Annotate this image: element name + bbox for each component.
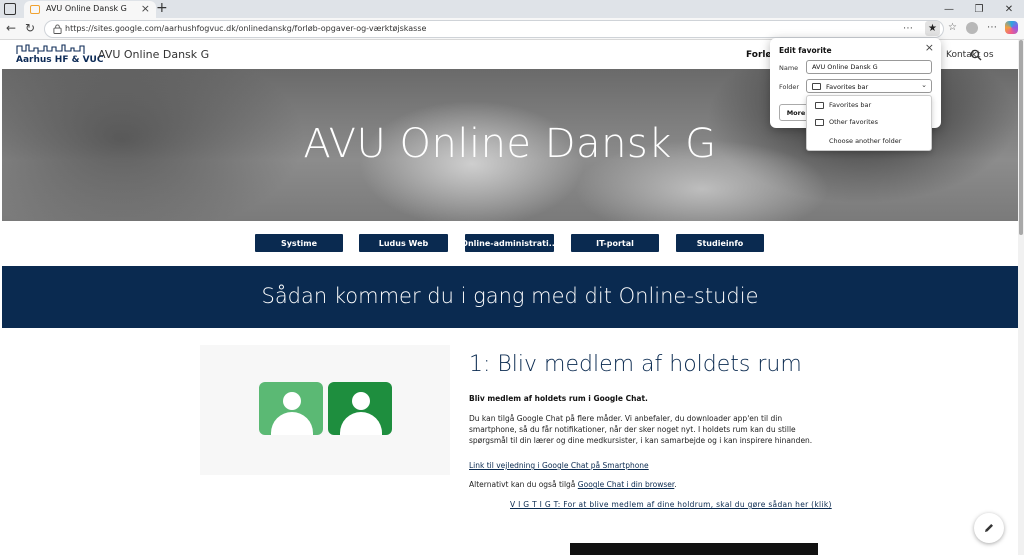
banner-heading: Sådan kommer du i gang med dit Online-st… [261, 284, 759, 308]
it-portal-button[interactable]: IT-portal [571, 234, 659, 252]
folder-option-choose-another[interactable]: Choose another folder [807, 133, 933, 150]
alternative-text: Alternativt kan du også tilgå [469, 480, 578, 489]
smartphone-guide-link[interactable]: Link til vejledning i Google Chat på Sma… [469, 461, 649, 470]
new-tab-icon[interactable]: + [156, 0, 168, 16]
tab-actions-icon[interactable] [4, 3, 16, 15]
folder-select-value: Favorites bar [826, 83, 869, 91]
address-bar[interactable]: https://sites.google.com/aarhushfogvuc.d… [44, 20, 944, 38]
favorite-star-icon[interactable]: ★ [925, 21, 940, 36]
name-label: Name [779, 64, 799, 72]
folder-icon [815, 119, 824, 126]
folder-option-other-favorites[interactable]: Other favorites [807, 114, 933, 131]
systime-button[interactable]: Systime [255, 234, 343, 252]
dialog-close-icon[interactable]: × [925, 41, 934, 54]
copilot-icon[interactable] [1005, 21, 1018, 34]
site-favicon-icon [30, 5, 40, 14]
folder-select[interactable]: Favorites bar ⌄ [806, 79, 932, 93]
page-scrollbar[interactable] [1018, 40, 1024, 555]
logo-text: Aarhus HF & VUC [16, 55, 104, 65]
studieinfo-button[interactable]: Studieinfo [676, 234, 764, 252]
pencil-icon [985, 524, 993, 532]
folder-icon [812, 83, 821, 90]
folder-option-label: Other favorites [829, 118, 879, 126]
lock-icon [53, 24, 62, 34]
page-actions-icon[interactable]: ⋯ [903, 23, 913, 34]
url-text: https://sites.google.com/aarhushfogvuc.d… [65, 24, 427, 33]
section-heading: 1: Bliv medlem af holdets rum [469, 352, 802, 377]
scrollbar-thumb[interactable] [1019, 40, 1023, 235]
chat-person-icon [259, 382, 323, 435]
site-title[interactable]: AVU Online Dansk G [98, 48, 209, 61]
profile-avatar[interactable] [966, 22, 978, 34]
window-controls: — ❐ ✕ [934, 0, 1024, 18]
embedded-video[interactable] [570, 543, 818, 555]
alternative-line: Alternativt kan du også tilgå Google Cha… [469, 480, 677, 489]
window-close-icon[interactable]: ✕ [994, 0, 1024, 18]
folder-option-label: Choose another folder [829, 137, 902, 145]
section-paragraph: Du kan tilgå Google Chat på flere måder.… [469, 414, 813, 445]
chat-person-icon [328, 382, 392, 435]
favorites-icon[interactable]: ☆ [948, 22, 957, 33]
favorite-name-input[interactable]: AVU Online Dansk G [806, 60, 932, 74]
minimize-icon[interactable]: — [934, 0, 964, 18]
refresh-icon[interactable]: ↻ [25, 21, 35, 35]
folder-icon [815, 102, 824, 109]
alternative-suffix: . [674, 480, 677, 489]
more-menu-icon[interactable]: ⋯ [987, 22, 997, 33]
restore-icon[interactable]: ❐ [964, 0, 994, 18]
dialog-title: Edit favorite [779, 46, 832, 55]
google-chat-browser-link[interactable]: Google Chat i din browser [578, 480, 675, 489]
tab-close-icon[interactable]: × [141, 2, 150, 15]
folder-label: Folder [779, 83, 800, 91]
tab-title: AVU Online Dansk G [46, 4, 127, 13]
quick-links-row: Systime Ludus Web Online-administrati...… [0, 234, 1018, 252]
ludus-web-button[interactable]: Ludus Web [359, 234, 448, 252]
important-join-link[interactable]: V I G T I G T: For at blive medlem af di… [510, 500, 832, 509]
search-icon[interactable] [970, 49, 982, 61]
online-administration-button[interactable]: Online-administrati... [465, 234, 554, 252]
getting-started-banner: Sådan kommer du i gang med dit Online-st… [2, 266, 1018, 328]
folder-option-label: Favorites bar [829, 101, 872, 109]
address-bar-row: ← ↻ https://sites.google.com/aarhushfogv… [0, 18, 1024, 40]
browser-tab[interactable]: AVU Online Dansk G × [24, 1, 156, 18]
section-intro: Bliv medlem af holdets rum i Google Chat… [469, 394, 648, 403]
site-logo[interactable]: Aarhus HF & VUC [16, 43, 103, 67]
folder-dropdown-list: Favorites bar Other favorites Choose ano… [806, 95, 932, 151]
edit-button[interactable] [974, 513, 1004, 543]
folder-option-favorites-bar[interactable]: Favorites bar [807, 97, 933, 114]
chevron-down-icon: ⌄ [921, 81, 927, 89]
back-icon[interactable]: ← [6, 21, 16, 35]
skyline-icon [16, 44, 85, 54]
google-chat-illustration [200, 345, 450, 475]
browser-tab-bar: AVU Online Dansk G × + — ❐ ✕ [0, 0, 1024, 18]
